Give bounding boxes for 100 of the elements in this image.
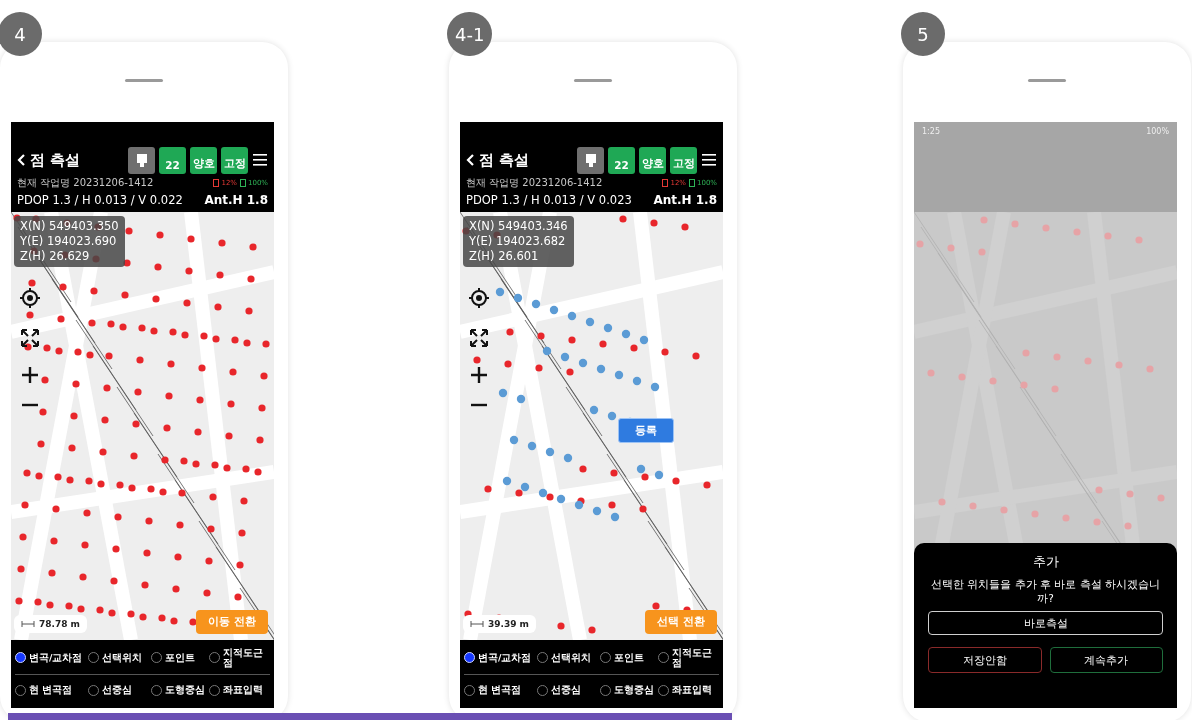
menu-icon[interactable] — [701, 153, 717, 167]
map-marker — [556, 494, 566, 504]
map-marker — [130, 452, 138, 460]
map-marker — [170, 617, 178, 625]
radio-option[interactable]: 지적도근점 — [657, 647, 719, 668]
map-marker — [112, 545, 120, 553]
map-marker — [43, 344, 51, 352]
back-icon[interactable] — [466, 153, 475, 167]
status-badge: 22 — [608, 146, 635, 174]
dialog-button[interactable]: 바로측설 — [928, 611, 1163, 635]
map-marker — [174, 553, 182, 561]
radio-option[interactable]: 도형중심 — [600, 684, 656, 696]
map-marker — [978, 248, 986, 256]
dialog-button[interactable]: 계속추가 — [1049, 647, 1163, 673]
radio-option[interactable]: 변곡/교차점 — [464, 652, 535, 664]
map-marker — [578, 358, 588, 368]
map-marker — [79, 573, 87, 581]
map-marker — [958, 373, 966, 381]
map-marker — [1126, 490, 1134, 498]
map-marker — [703, 481, 711, 489]
radio-option[interactable]: 좌표입력 — [208, 684, 270, 696]
phone-handle — [1028, 79, 1066, 82]
map-marker — [672, 477, 680, 485]
map-marker — [234, 593, 242, 601]
map-marker — [1146, 365, 1154, 373]
map-marker — [262, 340, 270, 348]
map-marker — [473, 356, 481, 364]
radio-option[interactable]: 선택위치 — [536, 652, 599, 664]
location-icon[interactable] — [19, 287, 41, 309]
zoom-in-icon[interactable] — [19, 364, 41, 386]
scale-value: 39.39 m — [488, 619, 529, 629]
map-marker — [1093, 518, 1101, 526]
precision-readout: PDOP 1.3 / H 0.013 / V 0.022 — [17, 193, 183, 207]
menu-icon[interactable] — [252, 153, 268, 167]
battery-icon — [213, 179, 220, 187]
map-marker — [19, 533, 27, 541]
map-marker — [41, 376, 49, 384]
map-marker — [28, 279, 36, 287]
radio-option[interactable]: 지적도근점 — [208, 647, 270, 668]
map-marker — [23, 469, 31, 477]
map-marker — [134, 388, 142, 396]
receiver-icon — [134, 152, 149, 168]
map-marker — [557, 622, 565, 630]
map-marker — [176, 521, 184, 529]
radio-option[interactable]: 좌표입력 — [657, 684, 719, 696]
map-marker — [139, 613, 147, 621]
coordinate-value: Z(H) 26.629 — [20, 249, 91, 264]
map-marker — [216, 271, 224, 279]
map-marker — [143, 549, 151, 557]
screen-title: 점 측설 — [30, 150, 81, 170]
coordinate-value: Y(E) 194023.682 — [469, 234, 567, 249]
map-marker — [88, 319, 96, 327]
map-marker — [132, 420, 140, 428]
radio-option[interactable]: 변곡/교차점 — [15, 652, 86, 664]
map-marker — [55, 347, 63, 355]
map-marker — [542, 346, 552, 356]
expand-icon[interactable] — [468, 327, 490, 349]
antenna-height: Ant.H 1.8 — [204, 193, 268, 207]
map-marker — [145, 517, 153, 525]
map-marker — [1115, 361, 1123, 369]
map-marker — [254, 468, 262, 476]
map-marker — [196, 396, 204, 404]
expand-icon[interactable] — [19, 327, 41, 349]
map-marker — [83, 509, 91, 517]
status-battery: 100% — [1146, 126, 1169, 136]
map-marker — [258, 404, 266, 412]
radio-option[interactable]: 포인트 — [600, 652, 656, 664]
radio-option[interactable]: 현 변곡점 — [15, 684, 86, 696]
location-icon[interactable] — [468, 287, 490, 309]
map-marker — [231, 336, 239, 344]
dialog-button[interactable]: 저장안함 — [928, 647, 1042, 673]
map-marker — [17, 565, 25, 573]
map-marker — [24, 343, 32, 351]
map-marker — [169, 328, 177, 336]
radio-option[interactable]: 포인트 — [151, 652, 207, 664]
map-marker — [163, 424, 171, 432]
register-button[interactable]: 등록 — [618, 418, 674, 443]
map-marker — [225, 432, 233, 440]
radio-option[interactable]: 도형중심 — [151, 684, 207, 696]
map-marker — [566, 368, 574, 376]
coordinate-value: Z(H) 26.601 — [469, 249, 540, 264]
map-marker — [59, 283, 67, 291]
map-marker — [54, 473, 62, 481]
receiver-icon — [583, 152, 598, 168]
radio-option[interactable]: 선중심 — [87, 684, 150, 696]
map-marker — [223, 464, 231, 472]
map-marker — [585, 317, 595, 327]
map-marker — [1051, 385, 1059, 393]
zoom-in-icon[interactable] — [468, 364, 490, 386]
map-marker — [245, 307, 253, 315]
radio-option[interactable]: 선중심 — [536, 684, 599, 696]
map-marker — [167, 360, 175, 368]
map-marker — [589, 405, 599, 415]
radio-option[interactable]: 현 변곡점 — [464, 684, 535, 696]
map-marker — [484, 485, 492, 493]
map-marker — [85, 477, 93, 485]
back-icon[interactable] — [17, 153, 26, 167]
map-marker — [172, 585, 180, 593]
radio-option[interactable]: 선택위치 — [87, 652, 150, 664]
job-name: 현재 작업명 20231206-1412 — [17, 176, 154, 190]
